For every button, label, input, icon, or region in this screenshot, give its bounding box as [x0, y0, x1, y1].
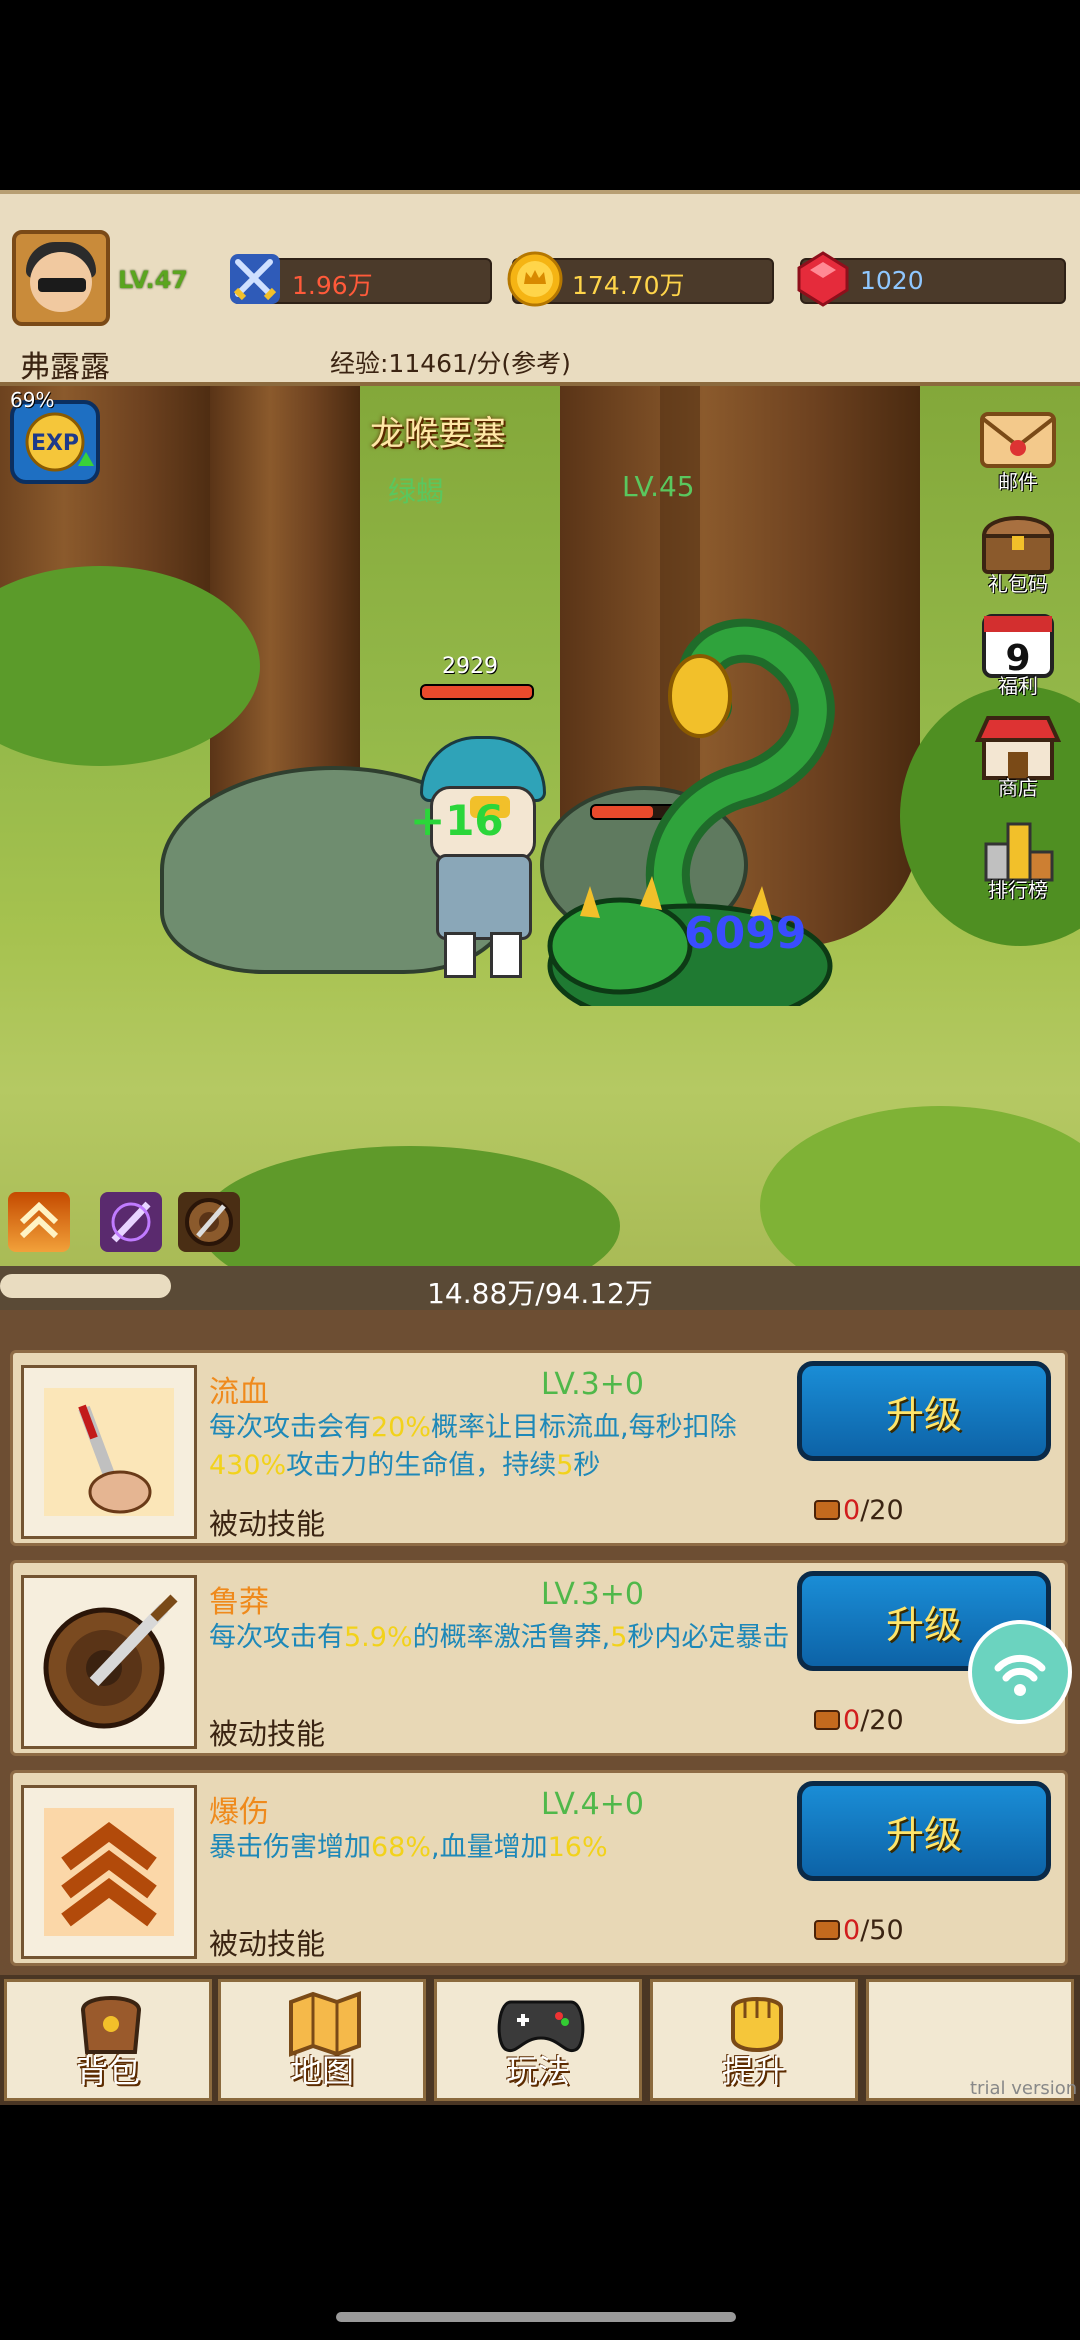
skill-type: 被动技能 [209, 1717, 326, 1751]
bottom-nav: 背包 地图 玩法 提升 [0, 1975, 1080, 2105]
player-avatar[interactable] [12, 230, 110, 326]
red-gem-icon [797, 251, 849, 307]
enemy-level: LV.45 [622, 470, 695, 503]
skill-level: LV.4+0 [541, 1787, 644, 1822]
skill-book-icon [814, 1500, 840, 1520]
upgrade-cost: 0/20 [843, 1705, 904, 1736]
shop-label: 商店 [998, 776, 1038, 800]
player-name: 弗露露 [20, 350, 110, 385]
ranking-label: 排行榜 [988, 878, 1048, 902]
skill-slot-target[interactable] [178, 1192, 240, 1252]
skill-slot-crit[interactable] [8, 1192, 70, 1252]
shop-button[interactable]: 商店 [968, 712, 1068, 800]
upgrade-label: 升级 [885, 1393, 962, 1437]
home-indicator[interactable] [336, 2312, 736, 2322]
skill-description: 暴击伤害增加68%,血量增加16% [209, 1832, 608, 1863]
heal-number: +16 [410, 796, 504, 845]
target-dagger-icon [43, 1594, 178, 1729]
exp-rate-text: 经验:11461/分(参考) [330, 349, 571, 378]
wifi-icon [994, 1654, 1046, 1696]
skill-slot-reckless[interactable] [100, 1192, 162, 1252]
skill-book-icon [814, 1920, 840, 1940]
triple-chevron-icon [44, 1808, 174, 1936]
stage-progress-text: 14.88万/94.12万 [427, 1277, 653, 1310]
hero-hp-bar [420, 684, 534, 700]
nav-upgrade[interactable]: 提升 [650, 1979, 858, 2101]
skill-type: 被动技能 [209, 1507, 326, 1541]
player-level: LV.47 [118, 266, 188, 294]
ranking-button[interactable]: 排行榜 [968, 814, 1068, 902]
nav-upgrade-label: 提升 [721, 2052, 786, 2090]
nav-bag[interactable]: 背包 [4, 1979, 212, 2101]
skill-level: LV.3+0 [541, 1367, 644, 1402]
stage-progress-bar: 14.88万/94.12万 [0, 1266, 1080, 1310]
skill-type: 被动技能 [209, 1927, 326, 1961]
crossed-swords-icon [230, 254, 280, 304]
enemy-name: 绿蝎 [388, 475, 445, 508]
upgrade-cost: 0/50 [843, 1915, 904, 1946]
upgrade-cost: 0/20 [843, 1495, 904, 1526]
skill-name: 鲁莽 [209, 1585, 269, 1620]
hero-hp-value: 2929 [442, 654, 498, 679]
chevron-up-icon [19, 1201, 59, 1239]
skill-name: 爆伤 [209, 1795, 269, 1830]
upgrade-label: 升级 [885, 1813, 962, 1857]
skill-thumb [21, 1575, 197, 1749]
gem-counter: 1020 [797, 251, 1066, 307]
svg-text:EXP: EXP [31, 431, 79, 456]
top-status-bar: LV.47 弗露露 1.96万 174.70万 1020 经验:11461/分(… [0, 190, 1080, 386]
skill-book-icon [814, 1710, 840, 1730]
skill-thumb [21, 1785, 197, 1959]
skill-card-bleed: 流血 LV.3+0 每次攻击会有20%概率让目标流血,每秒扣除430%攻击力的生… [10, 1350, 1068, 1546]
floating-network-button[interactable] [968, 1620, 1072, 1724]
gift-code-button[interactable]: 礼包码 [968, 508, 1068, 596]
stage-name: 龙喉要塞 [370, 414, 506, 454]
welfare-label: 福利 [998, 674, 1038, 698]
skill-level: LV.3+0 [541, 1577, 644, 1612]
power-counter: 1.96万 [230, 254, 492, 304]
target-icon [185, 1198, 233, 1246]
nav-gameplay[interactable]: 玩法 [434, 1979, 642, 2101]
nav-map-label: 地图 [289, 2052, 354, 2090]
upgrade-button[interactable]: 升级 [797, 1781, 1051, 1881]
gold-counter: 174.70万 [507, 251, 774, 307]
nav-bag-label: 背包 [75, 2052, 140, 2090]
skill-description: 每次攻击有5.9%的概率激活鲁莽,5秒内必定暴击 [209, 1622, 790, 1653]
skill-name: 流血 [209, 1375, 269, 1410]
skill-description: 每次攻击会有20%概率让目标流血,每秒扣除430%攻击力的生命值，持续5秒 [209, 1412, 737, 1481]
bleeding-blade-icon [44, 1388, 174, 1516]
welfare-button[interactable]: 9 福利 [968, 610, 1068, 698]
gold-value: 174.70万 [572, 271, 685, 300]
trial-watermark: trial version [970, 2078, 1078, 2099]
nav-map[interactable]: 地图 [218, 1979, 426, 2101]
damage-number: 6099 [684, 908, 807, 959]
upgrade-button[interactable]: 升级 [797, 1361, 1051, 1461]
skill-card-reckless: 鲁莽 LV.3+0 每次攻击有5.9%的概率激活鲁莽,5秒内必定暴击 被动技能 … [10, 1560, 1068, 1756]
skill-card-crit-damage: 爆伤 LV.4+0 暴击伤害增加68%,血量增加16% 被动技能 升级 0/50 [10, 1770, 1068, 1966]
gold-coin-icon [507, 251, 563, 307]
sword-icon [111, 1201, 151, 1243]
skill-thumb [21, 1365, 197, 1539]
mail-button[interactable]: 邮件 [968, 406, 1068, 494]
gift-code-label: 礼包码 [988, 572, 1048, 596]
exp-boost-percent: 69% [10, 388, 55, 412]
gem-value: 1020 [860, 266, 924, 295]
nav-gameplay-label: 玩法 [505, 2052, 570, 2090]
exp-boost-button[interactable]: EXP 69% [6, 388, 104, 488]
battle-scene: 龙喉要塞 绿蝎 LV.45 EXP 69% 2929 +16 6099 邮件 礼… [0, 386, 1080, 1266]
skill-list: 流血 LV.3+0 每次攻击会有20%概率让目标流血,每秒扣除430%攻击力的生… [0, 1310, 1080, 1975]
mail-label: 邮件 [998, 470, 1038, 494]
power-value: 1.96万 [292, 271, 373, 300]
